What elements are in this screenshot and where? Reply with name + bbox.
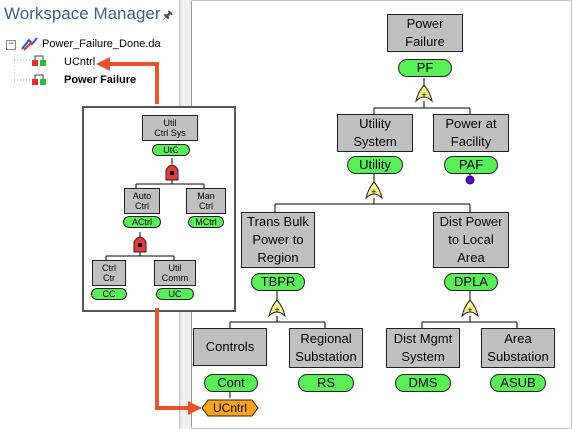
annotation-arrows	[96, 57, 202, 415]
arrow-head-icon	[96, 57, 110, 71]
arrow-head-icon	[188, 401, 202, 415]
